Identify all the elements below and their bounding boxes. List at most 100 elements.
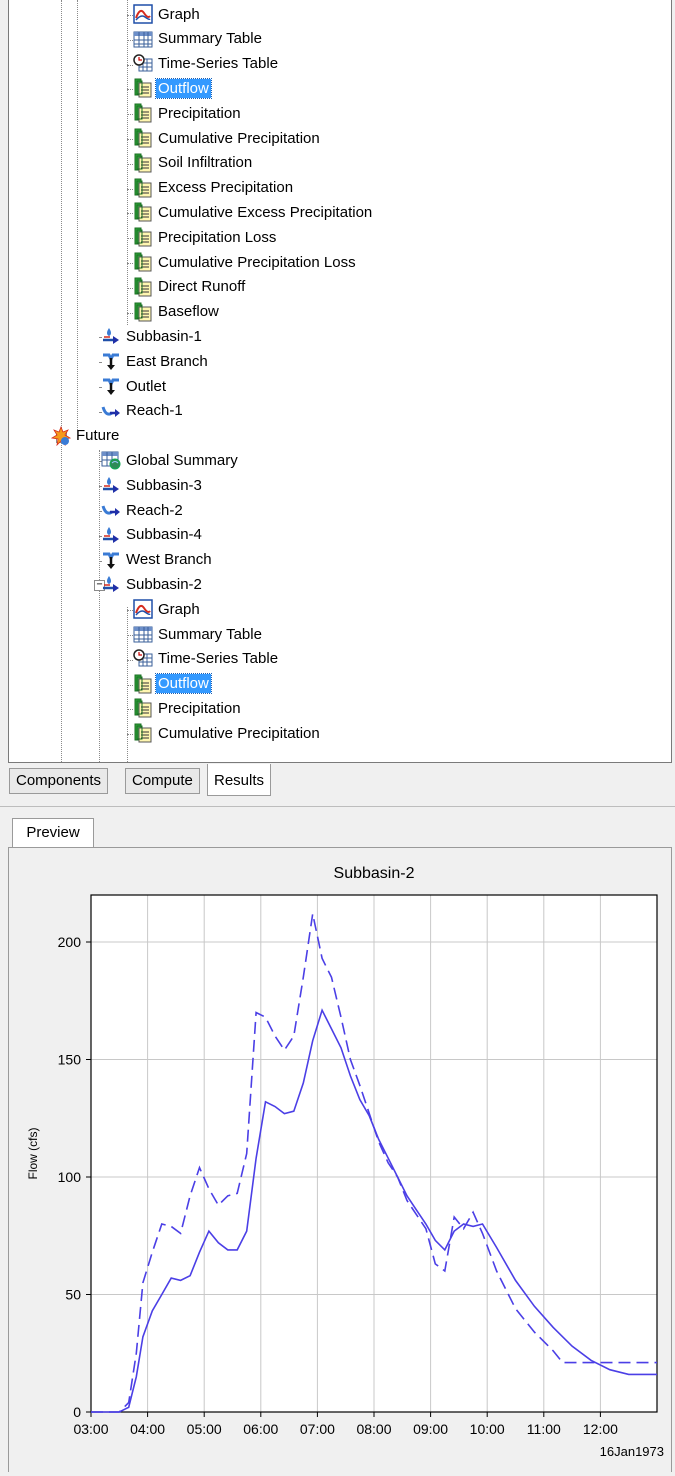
tree-node[interactable]: Soil Infiltration	[133, 152, 254, 174]
tree-node[interactable]: Subbasin-2	[101, 573, 204, 595]
table-icon	[133, 624, 153, 644]
junction-icon	[101, 376, 121, 396]
tree-node-label: West Branch	[126, 551, 212, 569]
junction-icon	[101, 550, 121, 570]
tree-guide-line	[127, 0, 128, 325]
run-icon	[50, 425, 72, 446]
tree-node-label: Summary Table	[158, 30, 262, 48]
y-tick-label: 0	[73, 1404, 81, 1420]
x-tick-label: 06:00	[243, 1421, 278, 1437]
tree-guide-line	[61, 0, 62, 762]
y-tick-label: 200	[58, 934, 82, 950]
tree-node[interactable]: Subbasin-4	[101, 524, 204, 546]
tree-node[interactable]: Graph	[133, 598, 202, 620]
tree-node[interactable]: East Branch	[101, 350, 210, 372]
tree-node[interactable]: Outlet	[101, 375, 168, 397]
tree-node[interactable]: Excess Precipitation	[133, 177, 295, 199]
date-label: 16Jan1973	[600, 1444, 664, 1459]
tree-node[interactable]: Cumulative Precipitation	[133, 722, 322, 744]
x-tick-label: 07:00	[300, 1421, 335, 1437]
y-tick-label: 150	[58, 1052, 82, 1068]
tree-node-label: Outflow	[155, 77, 212, 99]
y-tick-label: 100	[58, 1169, 82, 1185]
tree-node-label: Graph	[158, 600, 200, 618]
tree-node[interactable]: Time-Series Table	[133, 648, 280, 670]
tree-node-label: Precipitation Loss	[158, 228, 277, 246]
tree-node[interactable]: Summary Table	[133, 28, 264, 50]
x-tick-label: 12:00	[583, 1421, 618, 1437]
tree-node[interactable]: Summary Table	[133, 623, 264, 645]
junction-icon	[101, 351, 121, 371]
clock-table-icon	[133, 53, 153, 74]
tree-node[interactable]: Precipitation Loss	[133, 226, 278, 248]
outflow-chart: 03:00 04:00 05:00 06:00 07:00 08:00 09:00 10:00…	[26, 865, 664, 1459]
tree-node[interactable]: Graph	[133, 3, 202, 25]
tree-guide-line	[99, 450, 100, 762]
reach-icon	[101, 401, 121, 421]
tab-compute[interactable]: Compute	[125, 768, 200, 794]
x-tick-label: 09:00	[413, 1421, 448, 1437]
tree-node[interactable]: Subbasin-1	[101, 325, 204, 347]
x-tick-label: 05:00	[187, 1421, 222, 1437]
subbasin-icon	[101, 475, 121, 495]
tree-node[interactable]: Cumulative Precipitation Loss	[133, 251, 358, 273]
tab-components[interactable]: Components	[9, 768, 109, 794]
timeseries-icon	[133, 723, 153, 743]
timeseries-icon	[133, 128, 153, 148]
tree-node[interactable]: Cumulative Precipitation	[133, 127, 322, 149]
tab-results[interactable]: Results	[207, 764, 272, 796]
tree-node[interactable]: Reach-2	[101, 499, 185, 521]
timeseries-icon	[133, 202, 153, 222]
chart-title: Subbasin-2	[334, 865, 415, 882]
tree-node[interactable]: Precipitation	[133, 102, 243, 124]
tree-node[interactable]: Outflow	[133, 77, 212, 99]
tree-node[interactable]: Subbasin-3	[101, 474, 204, 496]
tree-node[interactable]: Reach-1	[101, 400, 185, 422]
tree-node[interactable]: Future	[50, 425, 121, 447]
tree-node[interactable]: Baseflow	[133, 301, 221, 323]
tree-node[interactable]: Precipitation	[133, 697, 243, 719]
timeseries-icon	[133, 674, 153, 694]
tree-node[interactable]: Outflow	[133, 673, 212, 695]
timeseries-icon	[133, 103, 153, 123]
tree-node-label: Subbasin-3	[126, 476, 202, 494]
tree-node[interactable]: West Branch	[101, 549, 214, 571]
tree-node-label: Precipitation	[158, 104, 241, 122]
subbasin-icon	[101, 326, 121, 346]
tree-node[interactable]: Global Summary	[101, 449, 240, 471]
x-tick-label: 11:00	[527, 1421, 561, 1437]
tree-node[interactable]: Direct Runoff	[133, 276, 247, 298]
tree-node-label: Future	[76, 427, 120, 445]
tree-node[interactable]: Time-Series Table	[133, 53, 280, 75]
tree-node-label: Baseflow	[158, 303, 219, 321]
tree-node-label: Excess Precipitation	[158, 179, 294, 197]
timeseries-icon	[133, 153, 153, 173]
timeseries-icon	[133, 277, 153, 297]
tree-node-label: East Branch	[126, 352, 208, 370]
tree-node-label: Subbasin-2	[126, 575, 202, 593]
tree-node[interactable]: Cumulative Excess Precipitation	[133, 201, 374, 223]
tree-node-label: Reach-2	[126, 501, 183, 519]
clock-table-icon	[133, 649, 153, 669]
timeseries-icon	[133, 227, 153, 247]
graph-icon	[133, 599, 153, 619]
tree-node-label: Direct Runoff	[158, 278, 246, 296]
tree-node-label: Subbasin-1	[126, 327, 202, 345]
y-axis-label: Flow (cfs)	[26, 1128, 40, 1180]
results-tree[interactable]: Graph Summary Table Time-Series Table Outfl…	[8, 0, 672, 763]
tab-preview[interactable]: Preview	[12, 818, 94, 849]
tree-node-label: Outlet	[126, 377, 167, 395]
splitter[interactable]	[0, 806, 675, 807]
tree-node-label: Cumulative Precipitation	[158, 724, 320, 742]
x-tick-label: 08:00	[356, 1421, 391, 1437]
tree-node-label: Global Summary	[126, 451, 238, 469]
global-summary-icon	[101, 450, 121, 470]
timeseries-icon	[133, 252, 153, 272]
tree-node-label: Graph	[158, 5, 200, 23]
tree-guide-line	[77, 0, 78, 430]
preview-panel: 03:00 04:00 05:00 06:00 07:00 08:00 09:00 10:00…	[8, 847, 672, 1472]
subbasin-icon	[101, 574, 121, 594]
x-tick-label: 04:00	[130, 1421, 165, 1437]
y-tick-label: 50	[65, 1287, 81, 1303]
subbasin-icon	[101, 525, 121, 545]
